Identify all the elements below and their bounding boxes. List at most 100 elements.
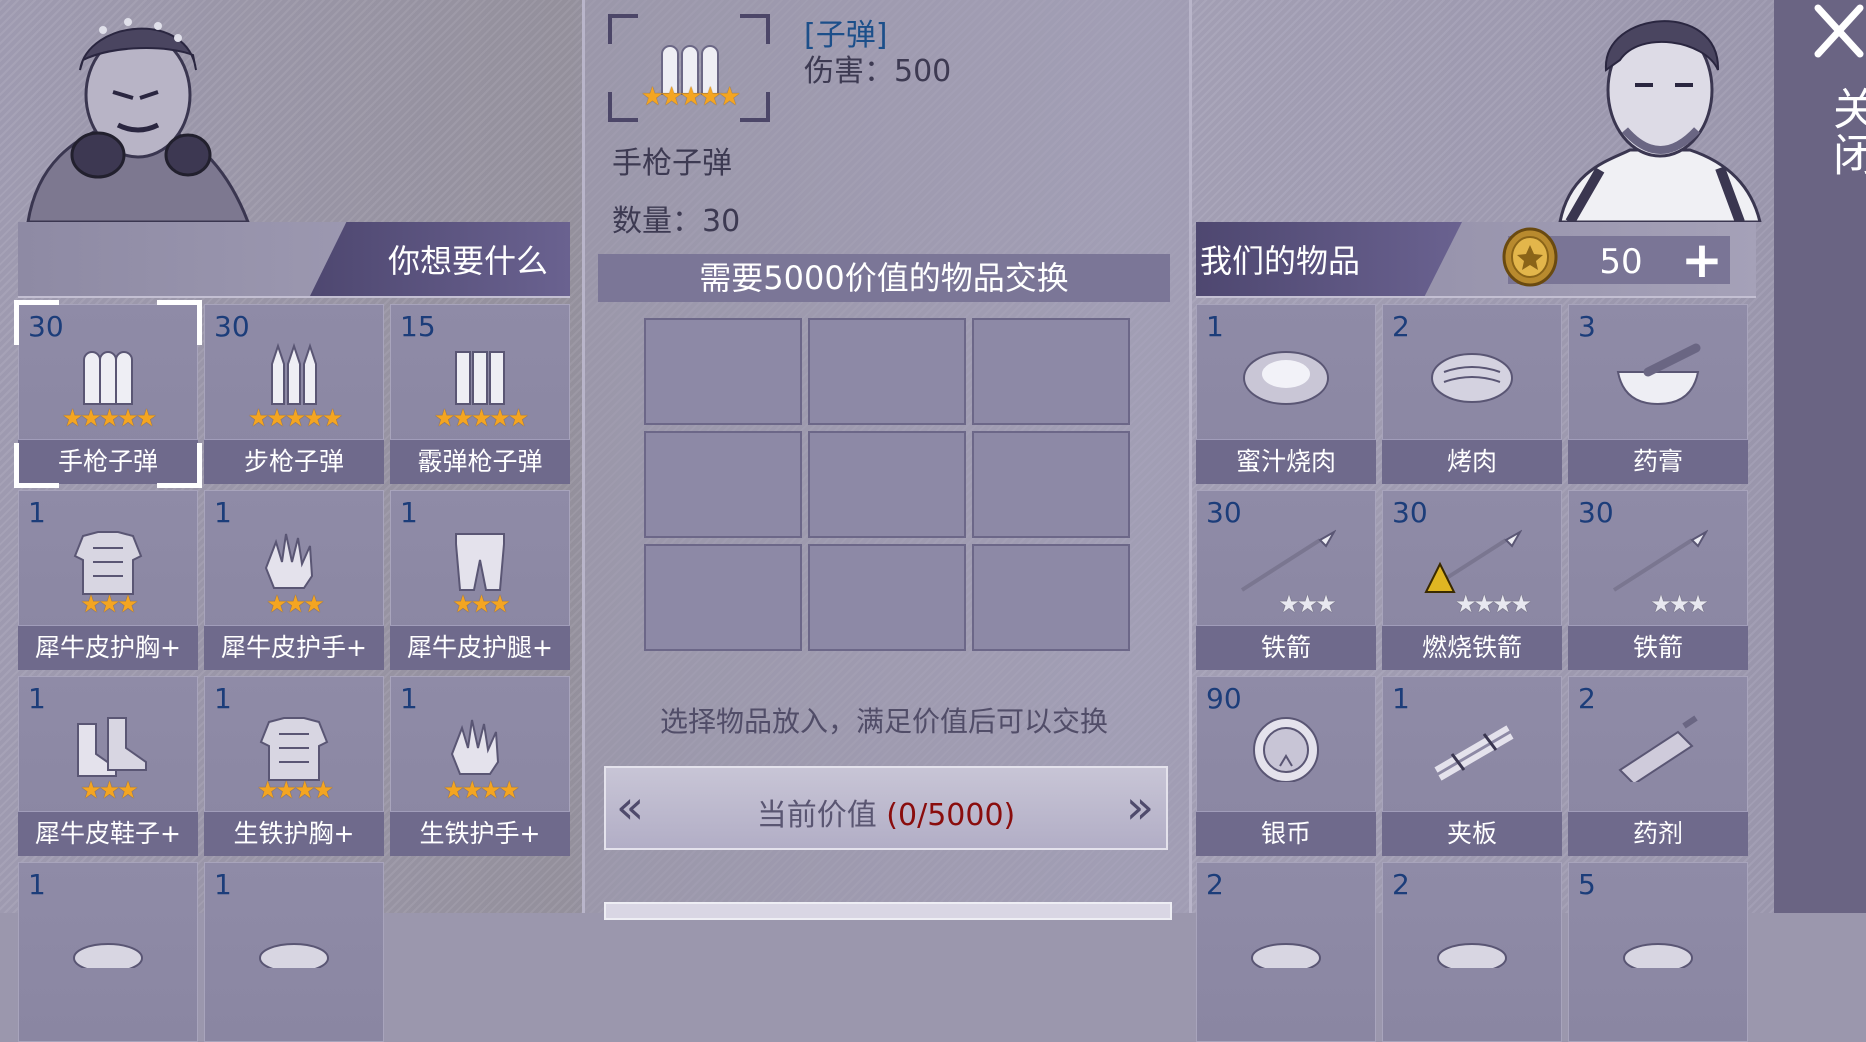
trader-portrait xyxy=(18,0,258,224)
item-count: 1 xyxy=(400,496,418,529)
item-icon xyxy=(1608,900,1708,973)
roast-meat-icon xyxy=(1422,342,1522,410)
item-stars: ★★★★★ xyxy=(247,404,344,432)
item-label: 药膏 xyxy=(1568,439,1748,484)
our-items-title: 我们的物品 xyxy=(1200,242,1361,280)
item-count: 2 xyxy=(1392,868,1410,901)
honey-meat-icon xyxy=(1236,342,1336,410)
item-count: 15 xyxy=(400,310,436,343)
item-stars: ★★★ xyxy=(1650,590,1709,618)
wanted-item-slot[interactable]: 30 ★★★★★ 手枪子弹 xyxy=(14,300,202,488)
exchange-hint: 选择物品放入，满足价值后可以交换 xyxy=(659,705,1108,738)
our-items-grid: 1 蜜汁烧肉 2 烤肉 3 药膏 30 ★★★ 铁箭 30 ★★★★ 燃烧铁箭 30 ★★★ 铁箭 90 银币 1… xyxy=(1196,304,1748,1042)
item-count: 30 xyxy=(1578,496,1614,529)
gloves-icon xyxy=(244,528,344,596)
fire-arrow-icon xyxy=(1422,528,1523,596)
our-item-slot[interactable]: 2 xyxy=(1382,862,1562,1042)
our-item-slot[interactable]: 2 xyxy=(1196,862,1376,1042)
wanted-item-slot[interactable]: 30 ★★★★★ 步枪子弹 xyxy=(204,304,384,484)
exchange-slot[interactable] xyxy=(972,431,1130,538)
wanted-item-slot[interactable]: 1 xyxy=(204,862,384,1042)
exchange-slot[interactable] xyxy=(808,431,966,538)
item-count: 1 xyxy=(214,496,232,529)
exchange-slot[interactable] xyxy=(972,318,1130,425)
exchange-slots xyxy=(644,318,1130,651)
our-item-slot[interactable]: 90 银币 xyxy=(1196,676,1376,856)
exchange-button[interactable] xyxy=(604,902,1172,920)
exchange-slot[interactable] xyxy=(644,544,802,651)
wanted-items-grid: 30 ★★★★★ 手枪子弹 30 ★★★★★ 步枪子弹 15 ★★★★★ 霰弹枪子弹 1 ★★★ 犀… xyxy=(14,300,570,1042)
exchange-slot[interactable] xyxy=(808,544,966,651)
item-label: 犀牛皮鞋子+ xyxy=(18,811,198,856)
item-count: 2 xyxy=(1392,310,1410,343)
item-damage: 伤害：500 xyxy=(804,54,952,89)
current-value-number: (0/5000) xyxy=(886,798,1016,833)
exchange-slot[interactable] xyxy=(644,318,802,425)
our-item-slot[interactable]: 30 ★★★★ 燃烧铁箭 xyxy=(1382,490,1562,670)
item-count: 2 xyxy=(1206,868,1224,901)
chest-armor-icon xyxy=(58,528,158,596)
item-count: 1 xyxy=(28,868,46,901)
gold-coin-icon xyxy=(1502,227,1558,287)
item-stars: ★★★ xyxy=(80,776,139,804)
item-stars: ★★★ xyxy=(452,590,511,618)
close-button[interactable]: 关闭 xyxy=(1818,86,1866,178)
item-label: 蜜汁烧肉 xyxy=(1196,439,1376,484)
selected-item-frame: ★★★★★ xyxy=(608,14,770,122)
close-icon[interactable] xyxy=(1810,2,1866,60)
item-count: 30 xyxy=(28,310,64,343)
our-item-slot[interactable]: 30 ★★★ 铁箭 xyxy=(1196,490,1376,670)
wanted-item-slot[interactable]: 1 ★★★★ 生铁护手+ xyxy=(390,676,570,856)
item-count: 1 xyxy=(1392,682,1410,715)
exchange-slot[interactable] xyxy=(808,318,966,425)
silver-coin-icon xyxy=(1236,714,1336,783)
our-item-slot[interactable]: 2 烤肉 xyxy=(1382,304,1562,484)
item-label: 铁箭 xyxy=(1196,625,1376,670)
item-stars: ★★★★ xyxy=(1454,590,1532,618)
our-item-slot[interactable]: 1 蜜汁烧肉 xyxy=(1196,304,1376,484)
wanted-item-slot[interactable]: 1 ★★★★ 生铁护胸+ xyxy=(204,676,384,856)
item-stars: ★★★ xyxy=(80,590,139,618)
our-item-slot[interactable]: 2 药剂 xyxy=(1568,676,1748,856)
item-count: 1 xyxy=(214,868,232,901)
add-coins-button[interactable]: + xyxy=(1678,235,1726,285)
item-count: 30 xyxy=(214,310,250,343)
wanted-item-slot[interactable]: 1 ★★★ 犀牛皮鞋子+ xyxy=(18,676,198,856)
wanted-item-slot[interactable]: 1 xyxy=(18,862,198,1042)
item-label: 步枪子弹 xyxy=(204,439,384,484)
rifle-bullets-icon xyxy=(244,342,344,410)
item-label: 犀牛皮护腿+ xyxy=(390,625,570,670)
splint-icon xyxy=(1422,714,1522,782)
wanted-item-slot[interactable]: 1 ★★★ 犀牛皮护腿+ xyxy=(390,490,570,670)
item-count: 1 xyxy=(214,682,232,715)
shotgun-shells-icon xyxy=(430,342,530,410)
coin-count: 50 xyxy=(1599,242,1643,282)
item-icon xyxy=(1236,900,1336,973)
item-count: 5 xyxy=(1578,868,1596,901)
wanted-item-slot[interactable]: 1 ★★★ 犀牛皮护胸+ xyxy=(18,490,198,670)
boots-icon xyxy=(58,714,158,782)
our-item-slot[interactable]: 1 夹板 xyxy=(1382,676,1562,856)
our-item-slot[interactable]: 30 ★★★ 铁箭 xyxy=(1568,490,1748,670)
item-count: 90 xyxy=(1206,682,1242,715)
item-count: 3 xyxy=(1578,310,1596,343)
wanted-item-slot[interactable]: 1 ★★★ 犀牛皮护手+ xyxy=(204,490,384,670)
item-stars: ★★★★ xyxy=(256,776,334,804)
current-value-box: « 当前价值 (0/5000) » xyxy=(604,766,1168,850)
item-stars: ★★★★★ xyxy=(61,404,158,432)
item-icon xyxy=(244,900,344,973)
item-label: 银币 xyxy=(1196,811,1376,856)
exchange-slot[interactable] xyxy=(972,544,1130,651)
exchange-slot[interactable] xyxy=(644,431,802,538)
next-arrow-button[interactable]: » xyxy=(1126,782,1154,832)
item-label: 生铁护胸+ xyxy=(204,811,384,856)
current-value: 当前价值 (0/5000) xyxy=(606,790,1166,834)
item-stars: ★★★★★ xyxy=(433,404,530,432)
item-label: 犀牛皮护手+ xyxy=(204,625,384,670)
item-count: 1 xyxy=(28,496,46,529)
item-stars: ★★★ xyxy=(1278,590,1337,618)
our-item-slot[interactable]: 3 药膏 xyxy=(1568,304,1748,484)
wanted-item-slot[interactable]: 15 ★★★★★ 霰弹枪子弹 xyxy=(390,304,570,484)
our-item-slot[interactable]: 5 xyxy=(1568,862,1748,1042)
item-quantity: 数量：30 xyxy=(612,204,741,239)
